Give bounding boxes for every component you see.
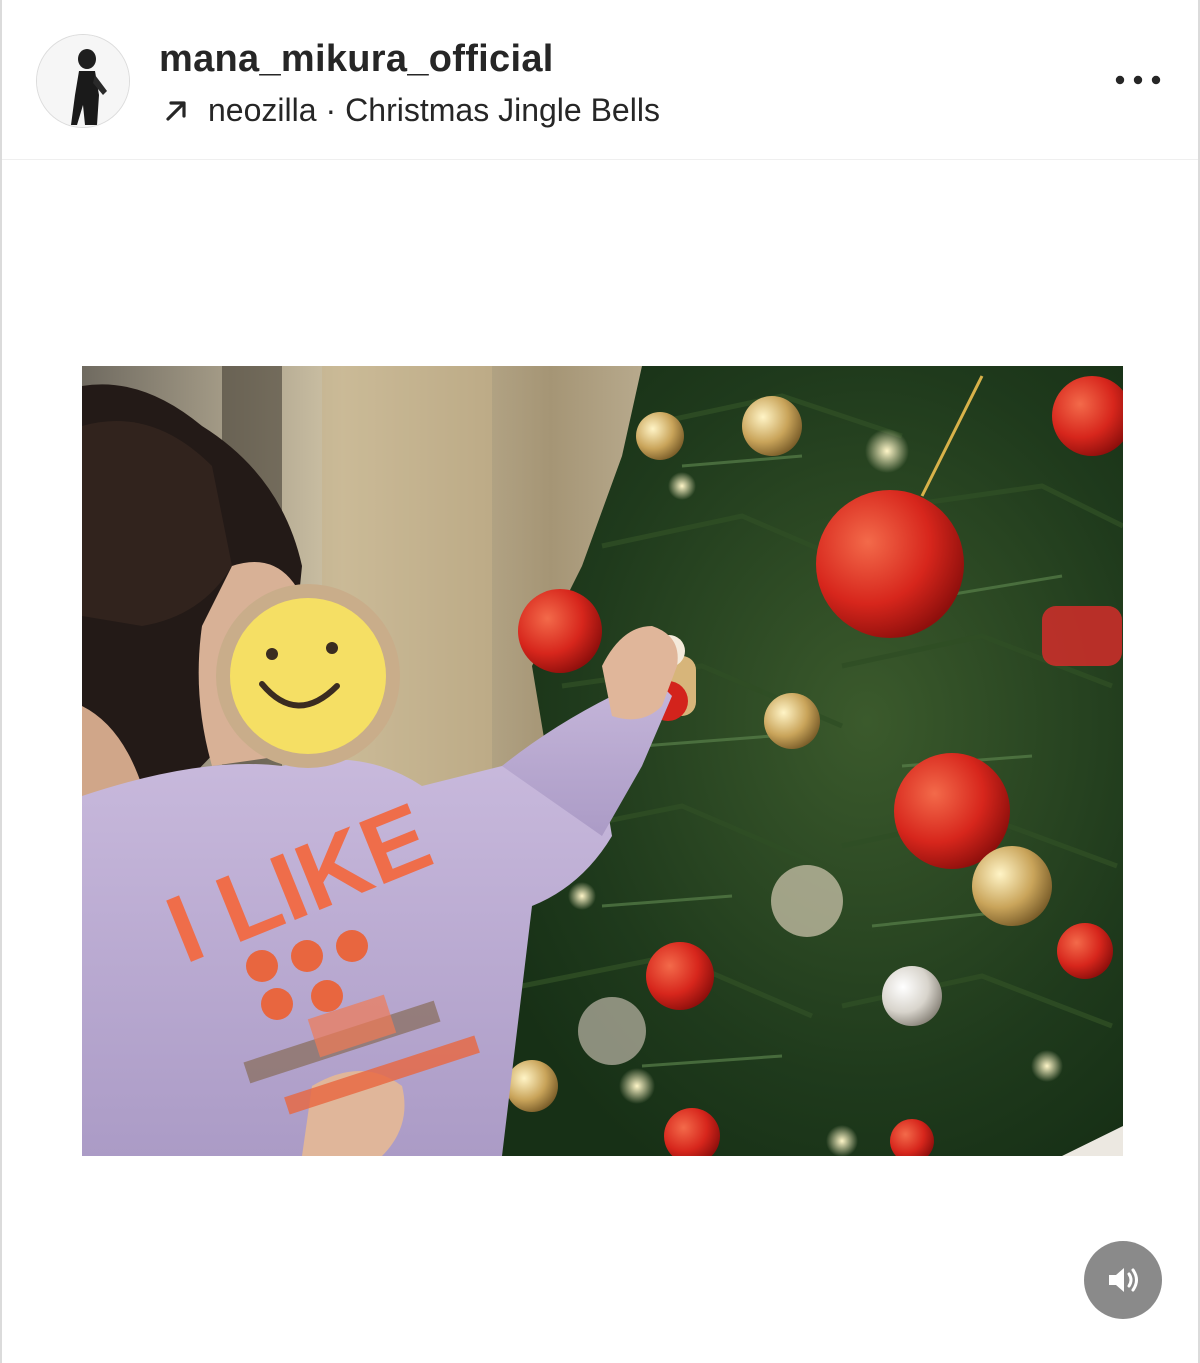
audio-track[interactable]: Christmas Jingle Bells [345, 92, 660, 129]
post-media[interactable]: I LIKE [2, 161, 1198, 1363]
audio-artist[interactable]: neozilla [208, 92, 317, 129]
avatar-portrait-icon [37, 35, 129, 127]
profile-avatar[interactable] [36, 34, 130, 128]
post-header: mana_mikura_official neozilla · Christma… [2, 0, 1198, 160]
more-options-icon [1115, 75, 1161, 85]
photo-illustration: I LIKE [82, 366, 1123, 1156]
smiley-sticker [216, 584, 400, 768]
arrow-up-right-icon [166, 100, 186, 121]
sound-toggle-button[interactable] [1084, 1241, 1162, 1319]
christmas-tree-photo: I LIKE [82, 366, 1123, 1156]
audio-attribution[interactable]: neozilla · Christmas Jingle Bells [162, 92, 660, 129]
more-options-button[interactable] [1110, 62, 1166, 98]
audio-separator: · [325, 92, 337, 128]
instagram-post: mana_mikura_official neozilla · Christma… [0, 0, 1200, 1363]
post-username[interactable]: mana_mikura_official [159, 38, 554, 81]
volume-icon [1109, 1268, 1138, 1292]
